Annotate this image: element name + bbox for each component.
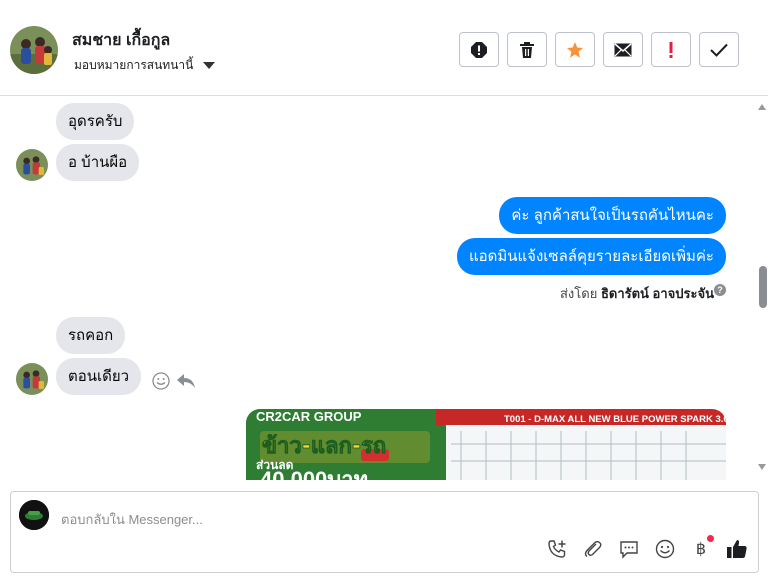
like-button[interactable] [726, 538, 748, 560]
message-thread[interactable]: อุดรครับ อ บ้านผือ ค่ะ ลูกค้าสนใจเป็นรถค… [0, 97, 756, 480]
mark-important-button[interactable] [651, 32, 691, 67]
spam-icon [471, 41, 487, 58]
assign-dropdown[interactable]: มอบหมายการสนทนานี้ [74, 56, 216, 75]
emoji-icon [655, 539, 675, 559]
promo-headline: ข้าว-แลก-รถ [262, 434, 386, 459]
react-emoji-icon[interactable] [152, 372, 170, 390]
emoji-button[interactable] [654, 538, 676, 560]
incoming-message: ตอนเดียว [56, 358, 142, 395]
chevron-down-icon [203, 62, 216, 69]
scroll-down-arrow-icon[interactable] [758, 464, 766, 470]
reply-composer[interactable]: ตอบกลับใน Messenger... ฿ [10, 491, 759, 573]
promo-image[interactable]: CR2CAR GROUP T001 - D-MAX ALL NEW BLUE P… [246, 409, 726, 480]
mail-icon [614, 42, 632, 56]
help-icon[interactable]: ? [714, 284, 726, 296]
scroll-up-arrow-icon[interactable] [758, 104, 766, 110]
baht-icon: ฿ [695, 541, 707, 558]
sent-by-label: ส่งโดย ธิดารัตน์ อาจประจัน [560, 283, 714, 304]
star-button[interactable] [555, 32, 595, 67]
conversation-header: สมชาย เกื้อกูล มอบหมายการสนทนานี้ [0, 0, 768, 96]
star-icon [567, 41, 583, 58]
scrollbar-thumb[interactable] [759, 266, 767, 308]
customer-avatar[interactable] [10, 26, 58, 74]
conversation-actions [459, 32, 739, 67]
mark-done-button[interactable] [699, 32, 739, 67]
mark-spam-button[interactable] [459, 32, 499, 67]
outgoing-message: ค่ะ ลูกค้าสนใจเป็นรถคันไหนคะ [499, 197, 726, 234]
incoming-message: รถคอก [56, 317, 126, 354]
reply-icon[interactable] [176, 372, 196, 390]
trash-icon [520, 41, 534, 58]
payment-button[interactable]: ฿ [690, 535, 714, 560]
exclamation-icon [669, 41, 673, 58]
saved-replies-button[interactable] [618, 538, 640, 560]
checkmark-icon [710, 43, 728, 57]
customer-avatar-small [16, 363, 48, 395]
customer-name: สมชาย เกื้อกูล [72, 32, 171, 49]
thumbs-up-icon [727, 540, 747, 558]
incoming-message: อุดรครับ [56, 103, 135, 140]
attach-file-button[interactable] [582, 538, 604, 560]
chat-bubble-icon [620, 541, 638, 559]
outgoing-message: แอดมินแจ้งเซลล์คุยรายละเอียดเพิ่มค่ะ [456, 238, 726, 275]
notification-dot [707, 535, 714, 542]
delete-button[interactable] [507, 32, 547, 67]
paperclip-icon [584, 540, 602, 558]
assign-label: มอบหมายการสนทนานี้ [74, 58, 194, 72]
phone-plus-icon [548, 540, 566, 558]
sent-by-prefix: ส่งโดย [560, 286, 598, 301]
sent-by-name: ธิดารัตน์ อาจประจัน [600, 286, 714, 301]
email-button[interactable] [603, 32, 643, 67]
composer-tools: ฿ [546, 535, 748, 560]
promo-brand: CR2CAR GROUP [256, 409, 362, 424]
promo-model: T001 - D-MAX ALL NEW BLUE POWER SPARK 3.… [504, 414, 726, 425]
incoming-message: อ บ้านผือ [56, 144, 140, 181]
customer-avatar-small [16, 149, 48, 181]
promo-amount: 40,000บาท [260, 467, 368, 480]
message-tools [152, 372, 196, 390]
add-call-button[interactable] [546, 538, 568, 560]
page-avatar [19, 500, 49, 530]
reply-input[interactable]: ตอบกลับใน Messenger... [61, 509, 203, 530]
